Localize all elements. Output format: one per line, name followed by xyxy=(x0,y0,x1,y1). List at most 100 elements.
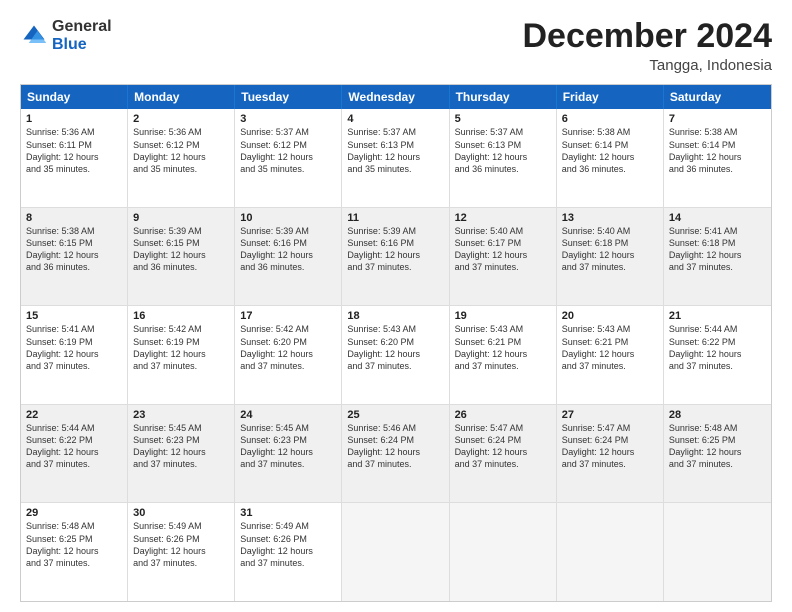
cal-cell: 19Sunrise: 5:43 AM Sunset: 6:21 PM Dayli… xyxy=(450,306,557,404)
subtitle: Tangga, Indonesia xyxy=(522,57,772,74)
cal-row: 8Sunrise: 5:38 AM Sunset: 6:15 PM Daylig… xyxy=(21,207,771,306)
day-number: 5 xyxy=(455,113,551,125)
cell-info: Sunrise: 5:43 AM Sunset: 6:21 PM Dayligh… xyxy=(455,323,551,372)
cal-cell: 29Sunrise: 5:48 AM Sunset: 6:25 PM Dayli… xyxy=(21,503,128,601)
cell-info: Sunrise: 5:45 AM Sunset: 6:23 PM Dayligh… xyxy=(133,422,229,471)
cal-cell: 1Sunrise: 5:36 AM Sunset: 6:11 PM Daylig… xyxy=(21,109,128,207)
day-number: 13 xyxy=(562,212,658,224)
day-number: 6 xyxy=(562,113,658,125)
cal-cell: 24Sunrise: 5:45 AM Sunset: 6:23 PM Dayli… xyxy=(235,405,342,503)
calendar: SundayMondayTuesdayWednesdayThursdayFrid… xyxy=(20,84,772,602)
cell-info: Sunrise: 5:37 AM Sunset: 6:13 PM Dayligh… xyxy=(347,126,443,175)
day-number: 30 xyxy=(133,507,229,519)
cal-cell: 6Sunrise: 5:38 AM Sunset: 6:14 PM Daylig… xyxy=(557,109,664,207)
cell-info: Sunrise: 5:36 AM Sunset: 6:12 PM Dayligh… xyxy=(133,126,229,175)
cal-header-day: Friday xyxy=(557,85,664,109)
cal-header-day: Monday xyxy=(128,85,235,109)
cal-cell: 4Sunrise: 5:37 AM Sunset: 6:13 PM Daylig… xyxy=(342,109,449,207)
day-number: 14 xyxy=(669,212,766,224)
cell-info: Sunrise: 5:39 AM Sunset: 6:16 PM Dayligh… xyxy=(240,225,336,274)
cell-info: Sunrise: 5:49 AM Sunset: 6:26 PM Dayligh… xyxy=(133,520,229,569)
cal-header-day: Sunday xyxy=(21,85,128,109)
cal-cell: 18Sunrise: 5:43 AM Sunset: 6:20 PM Dayli… xyxy=(342,306,449,404)
cell-info: Sunrise: 5:47 AM Sunset: 6:24 PM Dayligh… xyxy=(562,422,658,471)
cell-info: Sunrise: 5:39 AM Sunset: 6:15 PM Dayligh… xyxy=(133,225,229,274)
cell-info: Sunrise: 5:37 AM Sunset: 6:12 PM Dayligh… xyxy=(240,126,336,175)
day-number: 19 xyxy=(455,310,551,322)
logo-blue: Blue xyxy=(52,36,87,53)
day-number: 26 xyxy=(455,409,551,421)
day-number: 16 xyxy=(133,310,229,322)
cal-cell: 12Sunrise: 5:40 AM Sunset: 6:17 PM Dayli… xyxy=(450,208,557,306)
day-number: 29 xyxy=(26,507,122,519)
day-number: 25 xyxy=(347,409,443,421)
day-number: 15 xyxy=(26,310,122,322)
day-number: 3 xyxy=(240,113,336,125)
cal-cell: 13Sunrise: 5:40 AM Sunset: 6:18 PM Dayli… xyxy=(557,208,664,306)
cal-cell: 25Sunrise: 5:46 AM Sunset: 6:24 PM Dayli… xyxy=(342,405,449,503)
cell-info: Sunrise: 5:49 AM Sunset: 6:26 PM Dayligh… xyxy=(240,520,336,569)
day-number: 2 xyxy=(133,113,229,125)
cal-cell: 7Sunrise: 5:38 AM Sunset: 6:14 PM Daylig… xyxy=(664,109,771,207)
cell-info: Sunrise: 5:38 AM Sunset: 6:14 PM Dayligh… xyxy=(669,126,766,175)
cal-cell: 31Sunrise: 5:49 AM Sunset: 6:26 PM Dayli… xyxy=(235,503,342,601)
logo: General Blue xyxy=(20,18,112,53)
main-title: December 2024 xyxy=(522,18,772,55)
cal-cell: 3Sunrise: 5:37 AM Sunset: 6:12 PM Daylig… xyxy=(235,109,342,207)
cal-row: 1Sunrise: 5:36 AM Sunset: 6:11 PM Daylig… xyxy=(21,109,771,207)
day-number: 24 xyxy=(240,409,336,421)
day-number: 18 xyxy=(347,310,443,322)
cal-row: 29Sunrise: 5:48 AM Sunset: 6:25 PM Dayli… xyxy=(21,502,771,601)
cal-cell: 21Sunrise: 5:44 AM Sunset: 6:22 PM Dayli… xyxy=(664,306,771,404)
cell-info: Sunrise: 5:37 AM Sunset: 6:13 PM Dayligh… xyxy=(455,126,551,175)
cell-info: Sunrise: 5:42 AM Sunset: 6:19 PM Dayligh… xyxy=(133,323,229,372)
cell-info: Sunrise: 5:41 AM Sunset: 6:18 PM Dayligh… xyxy=(669,225,766,274)
page: General Blue December 2024 Tangga, Indon… xyxy=(0,0,792,612)
calendar-header: SundayMondayTuesdayWednesdayThursdayFrid… xyxy=(21,85,771,109)
cal-cell: 23Sunrise: 5:45 AM Sunset: 6:23 PM Dayli… xyxy=(128,405,235,503)
cal-row: 22Sunrise: 5:44 AM Sunset: 6:22 PM Dayli… xyxy=(21,404,771,503)
cal-cell-empty xyxy=(450,503,557,601)
day-number: 21 xyxy=(669,310,766,322)
cal-cell: 8Sunrise: 5:38 AM Sunset: 6:15 PM Daylig… xyxy=(21,208,128,306)
cell-info: Sunrise: 5:45 AM Sunset: 6:23 PM Dayligh… xyxy=(240,422,336,471)
cell-info: Sunrise: 5:41 AM Sunset: 6:19 PM Dayligh… xyxy=(26,323,122,372)
day-number: 9 xyxy=(133,212,229,224)
cal-header-day: Wednesday xyxy=(342,85,449,109)
cal-header-day: Saturday xyxy=(664,85,771,109)
cell-info: Sunrise: 5:40 AM Sunset: 6:17 PM Dayligh… xyxy=(455,225,551,274)
day-number: 31 xyxy=(240,507,336,519)
day-number: 22 xyxy=(26,409,122,421)
day-number: 7 xyxy=(669,113,766,125)
cal-cell: 5Sunrise: 5:37 AM Sunset: 6:13 PM Daylig… xyxy=(450,109,557,207)
cell-info: Sunrise: 5:48 AM Sunset: 6:25 PM Dayligh… xyxy=(26,520,122,569)
cal-cell: 20Sunrise: 5:43 AM Sunset: 6:21 PM Dayli… xyxy=(557,306,664,404)
cal-cell: 14Sunrise: 5:41 AM Sunset: 6:18 PM Dayli… xyxy=(664,208,771,306)
cal-cell: 30Sunrise: 5:49 AM Sunset: 6:26 PM Dayli… xyxy=(128,503,235,601)
day-number: 4 xyxy=(347,113,443,125)
cal-cell: 26Sunrise: 5:47 AM Sunset: 6:24 PM Dayli… xyxy=(450,405,557,503)
cal-cell: 9Sunrise: 5:39 AM Sunset: 6:15 PM Daylig… xyxy=(128,208,235,306)
title-block: December 2024 Tangga, Indonesia xyxy=(522,18,772,74)
day-number: 12 xyxy=(455,212,551,224)
day-number: 11 xyxy=(347,212,443,224)
cell-info: Sunrise: 5:44 AM Sunset: 6:22 PM Dayligh… xyxy=(26,422,122,471)
cell-info: Sunrise: 5:48 AM Sunset: 6:25 PM Dayligh… xyxy=(669,422,766,471)
cal-cell: 10Sunrise: 5:39 AM Sunset: 6:16 PM Dayli… xyxy=(235,208,342,306)
day-number: 28 xyxy=(669,409,766,421)
cal-header-day: Tuesday xyxy=(235,85,342,109)
cal-cell: 2Sunrise: 5:36 AM Sunset: 6:12 PM Daylig… xyxy=(128,109,235,207)
cell-info: Sunrise: 5:46 AM Sunset: 6:24 PM Dayligh… xyxy=(347,422,443,471)
cell-info: Sunrise: 5:40 AM Sunset: 6:18 PM Dayligh… xyxy=(562,225,658,274)
cal-cell: 17Sunrise: 5:42 AM Sunset: 6:20 PM Dayli… xyxy=(235,306,342,404)
header: General Blue December 2024 Tangga, Indon… xyxy=(20,18,772,74)
calendar-body: 1Sunrise: 5:36 AM Sunset: 6:11 PM Daylig… xyxy=(21,109,771,601)
cell-info: Sunrise: 5:36 AM Sunset: 6:11 PM Dayligh… xyxy=(26,126,122,175)
cal-cell-empty xyxy=(664,503,771,601)
logo-icon xyxy=(20,22,48,50)
day-number: 10 xyxy=(240,212,336,224)
cal-header-day: Thursday xyxy=(450,85,557,109)
cal-cell: 27Sunrise: 5:47 AM Sunset: 6:24 PM Dayli… xyxy=(557,405,664,503)
cell-info: Sunrise: 5:43 AM Sunset: 6:20 PM Dayligh… xyxy=(347,323,443,372)
cal-cell: 11Sunrise: 5:39 AM Sunset: 6:16 PM Dayli… xyxy=(342,208,449,306)
